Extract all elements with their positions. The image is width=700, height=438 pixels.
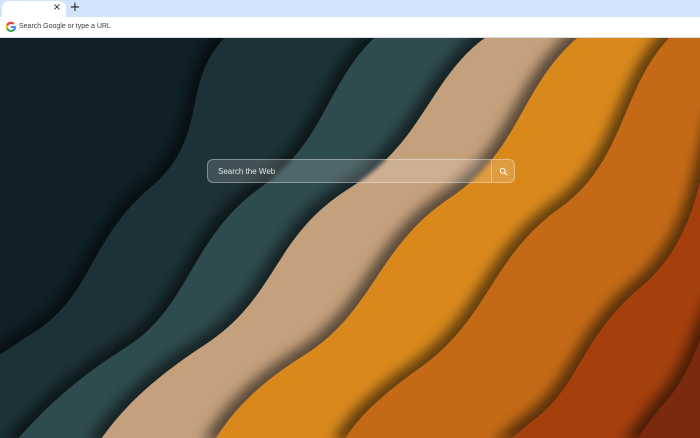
search-icon [499, 167, 507, 175]
omnibox-placeholder: Search Google or type a URL [19, 23, 111, 30]
browser-toolbar: Search Google or type a URL [0, 17, 700, 38]
close-icon[interactable]: × [51, 2, 63, 14]
tab-new-tab[interactable]: × [2, 1, 66, 17]
new-tab-button[interactable]: + [68, 0, 82, 16]
background-wallpaper [0, 38, 700, 438]
tab-strip: × + [0, 0, 700, 17]
search-input[interactable] [208, 160, 490, 182]
web-search-box [207, 159, 515, 183]
wave-wallpaper [0, 38, 700, 438]
address-bar[interactable]: Search Google or type a URL [2, 19, 696, 35]
google-g-icon [5, 21, 16, 33]
search-button[interactable] [492, 160, 514, 182]
